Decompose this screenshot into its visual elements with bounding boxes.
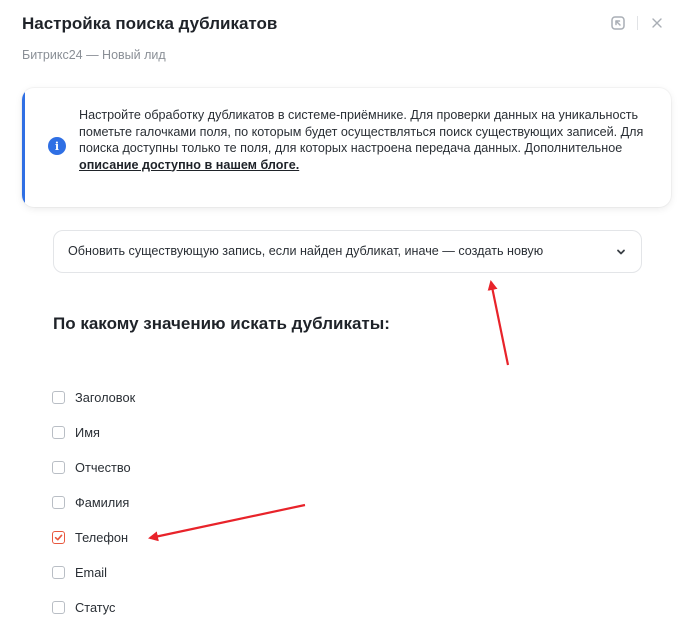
duplicate-mode-value: Обновить существующую запись, если найде…: [68, 244, 544, 258]
field-label: Заголовок: [75, 389, 136, 405]
annotation-arrow-select: [487, 280, 510, 366]
header-divider: [637, 16, 638, 30]
field-item-status[interactable]: Статус: [52, 597, 115, 617]
field-label: Отчество: [75, 459, 131, 475]
info-alert: i Настройте обработку дубликатов в систе…: [22, 88, 671, 207]
checkbox[interactable]: [52, 495, 65, 509]
panel-title: Настройка поиска дубликатов: [22, 14, 278, 33]
header-actions: [609, 14, 666, 32]
field-item-email[interactable]: Email: [52, 562, 107, 582]
checkbox[interactable]: [52, 390, 65, 404]
info-icon: i: [48, 137, 66, 155]
info-text: Настройте обработку дубликатов в системе…: [79, 107, 659, 173]
field-item-middle-name[interactable]: Отчество: [52, 457, 131, 477]
annotation-arrow-phone: [148, 503, 306, 542]
field-label: Статус: [75, 599, 116, 615]
checkbox[interactable]: [52, 600, 65, 614]
panel-subtitle: Битрикс24 — Новый лид: [22, 48, 166, 62]
close-icon[interactable]: [648, 14, 666, 32]
checkbox-checked[interactable]: [52, 530, 65, 544]
blog-description-link[interactable]: описание доступно в нашем блоге.: [79, 158, 299, 172]
field-label: Email: [75, 564, 107, 580]
field-item-title[interactable]: Заголовок: [52, 387, 135, 407]
info-accent-bar: [22, 88, 25, 207]
info-message: Настройте обработку дубликатов в системе…: [79, 108, 644, 155]
chevron-down-icon: [617, 249, 625, 255]
field-item-first-name[interactable]: Имя: [52, 422, 100, 442]
duplicate-mode-select[interactable]: Обновить существующую запись, если найде…: [53, 230, 642, 273]
checkbox[interactable]: [52, 425, 65, 439]
check-icon: [54, 534, 63, 540]
field-item-last-name[interactable]: Фамилия: [52, 492, 129, 512]
field-label: Телефон: [75, 529, 129, 545]
field-item-phone[interactable]: Телефон: [52, 527, 128, 547]
section-title: По какому значению искать дубликаты:: [53, 314, 390, 333]
checkbox[interactable]: [52, 565, 65, 579]
checkbox[interactable]: [52, 460, 65, 474]
field-label: Имя: [75, 424, 100, 440]
collapse-icon[interactable]: [609, 14, 627, 32]
field-label: Фамилия: [75, 494, 130, 510]
